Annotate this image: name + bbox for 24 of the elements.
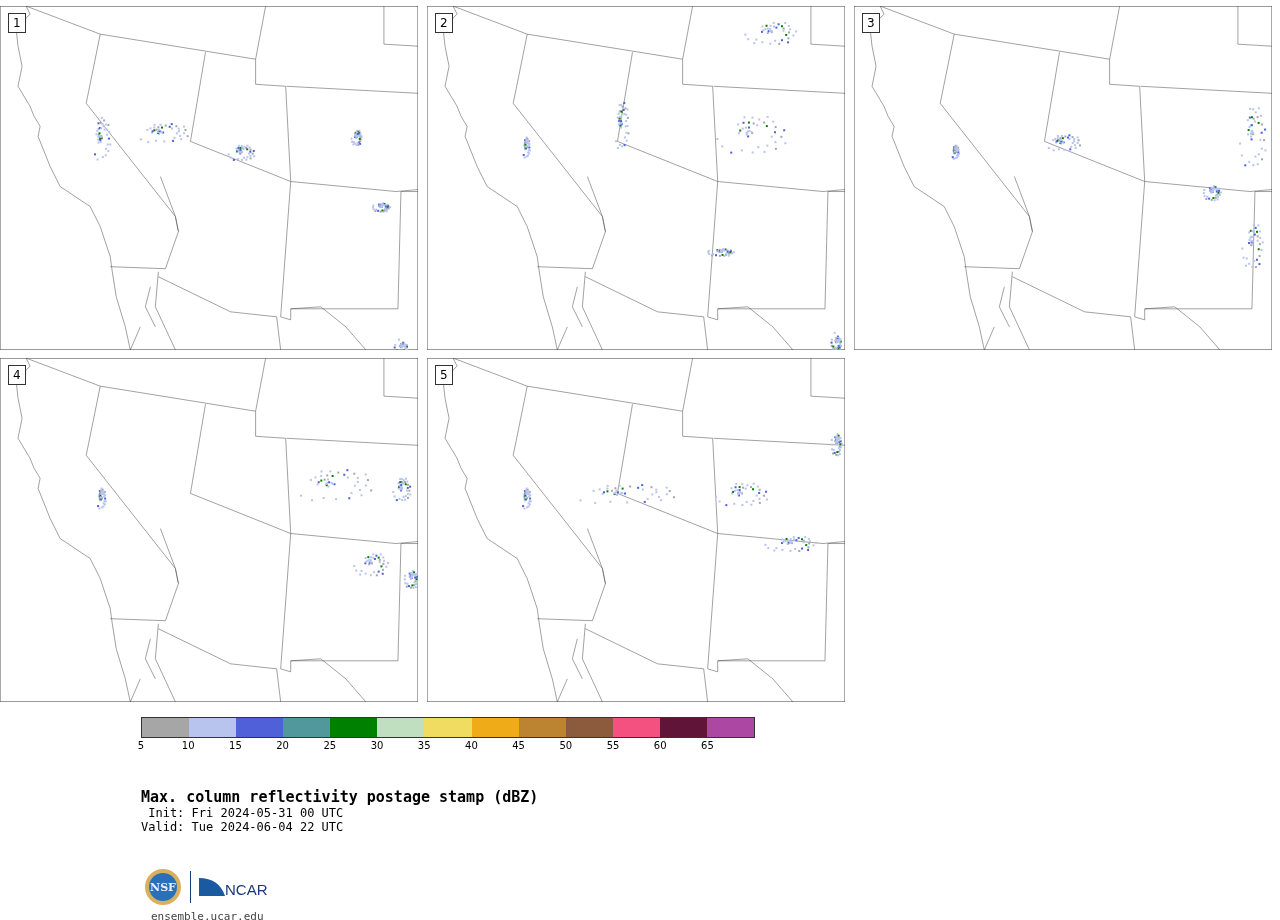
tick-label: 10 [181, 740, 195, 751]
nsf-logo: NSF [144, 868, 182, 906]
valid-time: Valid: Tue 2024-06-04 22 UTC [141, 820, 345, 834]
tick-label: 50 [559, 740, 573, 751]
init-time: Init: Fri 2024-05-31 00 UTC [147, 806, 345, 820]
tick-label: 30 [370, 740, 384, 751]
panel-number: 3 [862, 13, 880, 33]
panel-number: 5 [435, 365, 453, 385]
panel-number: 2 [435, 13, 453, 33]
chart-title: Max. column reflectivity postage stamp (dBZ) [141, 788, 540, 806]
tick-label: 15 [229, 740, 242, 751]
tick-label: 60 [653, 740, 667, 751]
tick-label: 25 [323, 740, 337, 751]
tick-label: 20 [276, 740, 289, 751]
tick-label: 55 [606, 740, 620, 751]
website-url: ensemble.ucar.edu [151, 910, 265, 920]
tick-label: 35 [417, 740, 431, 751]
tick-label: 5 [137, 740, 145, 751]
panel-number: 4 [8, 365, 26, 385]
tick-label: 45 [512, 740, 525, 751]
ncar-logo: NCAR [199, 876, 273, 898]
tick-label: 40 [465, 740, 478, 751]
panel-number: 1 [8, 13, 26, 33]
tick-label: 65 [701, 740, 714, 751]
